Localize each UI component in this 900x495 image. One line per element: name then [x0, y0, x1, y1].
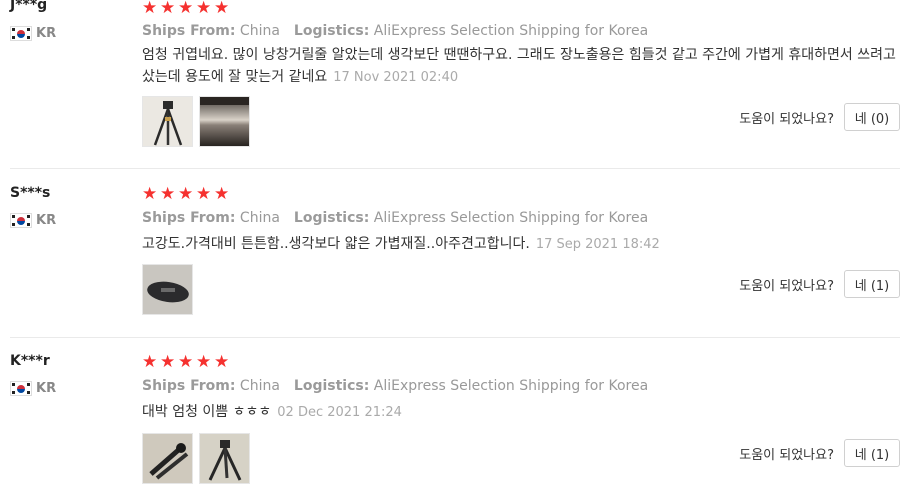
country-code: KR [36, 381, 57, 396]
star-icon: ★ [142, 184, 158, 204]
ships-from-value: China [239, 210, 280, 226]
divider [10, 168, 900, 169]
tripod-closeup-photo-icon [200, 97, 249, 146]
ships-from-value: China [239, 23, 280, 39]
reviewer-name: S***s [10, 185, 51, 201]
divider [10, 337, 900, 338]
helpful-question: 도움이 되었나요? [739, 111, 834, 127]
star-rating: ★ ★ ★ ★ ★ [142, 186, 232, 203]
kr-flag-icon [10, 381, 32, 396]
helpful-yes-button[interactable]: 네 (1) [844, 439, 900, 467]
kr-flag-icon [10, 26, 32, 41]
review-photos [142, 433, 256, 484]
tripod-folded-photo-icon [143, 434, 192, 483]
shipping-info: Ships From: China Logistics: AliExpress S… [142, 378, 649, 394]
helpful-yes-button[interactable]: 네 (0) [844, 103, 900, 131]
star-icon: ★ [214, 184, 230, 204]
review-photo-thumbnail[interactable] [142, 96, 193, 147]
star-icon: ★ [196, 0, 212, 18]
kr-flag-icon [10, 213, 32, 228]
review-photo-thumbnail[interactable] [199, 433, 250, 484]
reviewer-name: J***g [10, 0, 48, 13]
star-icon: ★ [142, 352, 158, 372]
tripod-photo-icon [143, 97, 192, 146]
star-icon: ★ [214, 352, 230, 372]
star-icon: ★ [178, 184, 194, 204]
review-photos [142, 264, 199, 315]
helpful-yes-button[interactable]: 네 (1) [844, 270, 900, 298]
country-code: KR [36, 26, 57, 41]
star-icon: ★ [214, 0, 230, 18]
star-rating: ★ ★ ★ ★ ★ [142, 0, 232, 17]
helpful-section: 도움이 되었나요? 네 (1) [739, 439, 900, 467]
reviewer-country: KR [10, 213, 56, 228]
logistics-value: AliExpress Selection Shipping for Korea [373, 23, 649, 39]
review-text: 고강도.가격대비 튼튼함..생각보다 얇은 가볍재질..아주견고합니다. 17 S… [142, 236, 660, 252]
review-text: 엄청 귀엽네요. 많이 낭창거릴줄 알았는데 생각보단 땐땐하구요. 그래도 장… [142, 47, 896, 85]
reviewer-name: K***r [10, 353, 50, 369]
helpful-question: 도움이 되었나요? [739, 278, 834, 294]
review-date: 17 Nov 2021 02:40 [333, 70, 459, 85]
star-icon: ★ [196, 352, 212, 372]
logistics-value: AliExpress Selection Shipping for Korea [373, 378, 649, 394]
review-photo-thumbnail[interactable] [142, 264, 193, 315]
review-date: 02 Dec 2021 21:24 [277, 405, 402, 420]
star-icon: ★ [160, 184, 176, 204]
helpful-section: 도움이 되었나요? 네 (1) [739, 270, 900, 298]
review-date: 17 Sep 2021 18:42 [535, 237, 660, 252]
review-photo-thumbnail[interactable] [199, 96, 250, 147]
star-icon: ★ [160, 352, 176, 372]
shipping-info: Ships From: China Logistics: AliExpress S… [142, 210, 649, 226]
shipping-info: Ships From: China Logistics: AliExpress S… [142, 23, 649, 39]
reviewer-country: KR [10, 381, 56, 396]
helpful-section: 도움이 되었나요? 네 (0) [739, 103, 900, 131]
tripod-legs-photo-icon [200, 434, 249, 483]
review-photo-thumbnail[interactable] [142, 433, 193, 484]
ships-from-value: China [239, 378, 280, 394]
review-photos [142, 96, 256, 147]
review-text: 대박 엄청 이쁨 ㅎㅎㅎ 02 Dec 2021 21:24 [142, 404, 402, 420]
star-icon: ★ [178, 0, 194, 18]
helpful-question: 도움이 되었나요? [739, 447, 834, 463]
reviewer-country: KR [10, 26, 56, 41]
star-icon: ★ [142, 0, 158, 18]
country-code: KR [36, 213, 57, 228]
star-rating: ★ ★ ★ ★ ★ [142, 354, 232, 371]
tripod-bag-photo-icon [143, 265, 192, 314]
logistics-value: AliExpress Selection Shipping for Korea [373, 210, 649, 226]
star-icon: ★ [160, 0, 176, 18]
star-icon: ★ [196, 184, 212, 204]
star-icon: ★ [178, 352, 194, 372]
